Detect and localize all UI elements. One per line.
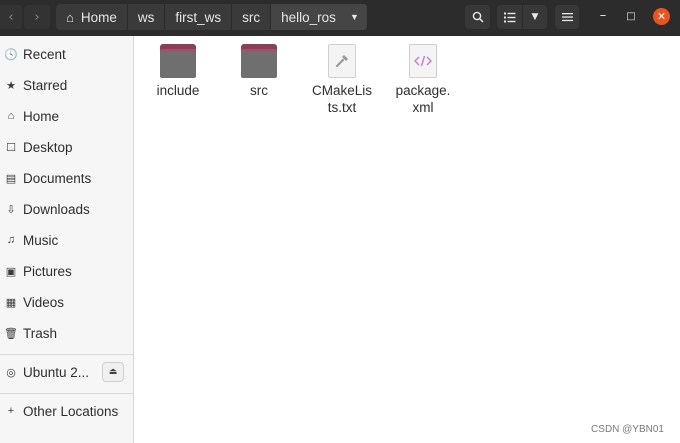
maximize-icon: □	[626, 11, 636, 22]
file-view: include src CMakeLis ts.txt package. xml	[135, 36, 680, 443]
sidebar-item-label: Music	[23, 232, 59, 248]
recent-icon: 🕓	[4, 48, 18, 61]
sidebar-item-recent[interactable]: 🕓 Recent	[0, 39, 133, 69]
star-icon: ★	[6, 79, 16, 92]
sidebar-item-label: Ubuntu 2...	[23, 364, 90, 380]
forward-button[interactable]: ›	[24, 5, 50, 29]
sidebar-item-label: Other Locations	[23, 403, 119, 419]
cmake-file-icon	[328, 44, 356, 78]
caret-down-icon: ▼	[531, 12, 539, 22]
home-icon: ⌂	[66, 9, 74, 25]
breadcrumb-label: Home	[80, 9, 117, 25]
header-bar: ‹ › ⌂ Home ws first_ws src hello_ros ▼ ▼…	[0, 0, 680, 36]
sidebar-item-label: Pictures	[23, 263, 72, 279]
sidebar-divider	[0, 354, 133, 355]
videos-icon: ▦	[5, 296, 17, 309]
sidebar: 🕓 Recent ★ Starred ⌂ Home ☐ Desktop ▤ Do…	[0, 36, 134, 443]
hamburger-icon	[561, 13, 573, 22]
sidebar-item-label: Videos	[23, 294, 65, 310]
caret-down-icon: ▼	[349, 12, 359, 22]
minimize-button[interactable]: –	[594, 8, 612, 26]
view-options-button[interactable]: ▼	[523, 5, 547, 29]
downloads-icon: ⇩	[6, 203, 16, 216]
list-view-icon	[503, 12, 515, 22]
desktop-icon: ☐	[6, 141, 16, 154]
breadcrumb-hello-ros[interactable]: hello_ros ▼	[271, 4, 368, 30]
pictures-icon: ▣	[5, 265, 17, 278]
eject-button[interactable]: ⏏	[102, 362, 124, 382]
file-label: include	[156, 83, 200, 98]
sidebar-item-videos[interactable]: ▦ Videos	[0, 287, 133, 317]
folder-icon	[160, 44, 196, 78]
search-icon	[472, 11, 484, 23]
file-item-src[interactable]: src	[221, 44, 297, 99]
sidebar-item-music[interactable]: ♫ Music	[0, 225, 133, 255]
sidebar-item-trash[interactable]: 🗑 Trash	[0, 318, 133, 348]
chevron-right-icon: ›	[34, 9, 40, 25]
sidebar-item-label: Home	[23, 108, 60, 124]
documents-icon: ▤	[5, 172, 17, 185]
file-label: CMakeLis ts.txt	[311, 83, 373, 115]
menu-button[interactable]	[555, 5, 579, 29]
breadcrumb-label: first_ws	[175, 9, 222, 25]
close-icon: ✕	[656, 10, 667, 23]
sidebar-item-pictures[interactable]: ▣ Pictures	[0, 256, 133, 286]
sidebar-divider	[0, 393, 133, 394]
sidebar-item-label: Documents	[23, 170, 92, 186]
folder-icon	[241, 44, 277, 78]
close-button[interactable]: ✕	[653, 8, 670, 25]
back-button[interactable]: ‹	[0, 5, 22, 29]
breadcrumb-label: hello_ros	[281, 9, 336, 25]
watermark: CSDN @YBN01	[591, 424, 664, 435]
breadcrumb-ws[interactable]: ws	[127, 4, 166, 30]
plus-icon: +	[7, 405, 15, 417]
sidebar-item-label: Downloads	[23, 201, 90, 217]
file-item-cmakelists[interactable]: CMakeLis ts.txt	[304, 44, 380, 116]
file-label: package. xml	[395, 83, 451, 115]
minimize-icon: –	[599, 8, 607, 23]
home-icon: ⌂	[7, 110, 15, 122]
sidebar-item-documents[interactable]: ▤ Documents	[0, 163, 133, 193]
sidebar-item-other-locations[interactable]: + Other Locations	[0, 396, 133, 426]
breadcrumb-label: src	[242, 9, 261, 25]
breadcrumb-src[interactable]: src	[232, 4, 272, 30]
breadcrumb-home[interactable]: ⌂ Home	[56, 4, 128, 30]
xml-file-icon	[409, 44, 437, 78]
search-button[interactable]	[465, 5, 490, 29]
trash-icon: 🗑	[4, 327, 18, 340]
sidebar-item-label: Trash	[23, 325, 58, 341]
breadcrumb-label: ws	[137, 9, 155, 25]
breadcrumb-first-ws[interactable]: first_ws	[165, 4, 233, 30]
file-item-include[interactable]: include	[140, 44, 216, 99]
sidebar-item-desktop[interactable]: ☐ Desktop	[0, 132, 133, 162]
sidebar-item-label: Desktop	[23, 139, 73, 155]
view-toggle-button[interactable]	[497, 5, 522, 29]
chevron-left-icon: ‹	[8, 9, 14, 25]
music-icon: ♫	[6, 234, 16, 246]
sidebar-item-home[interactable]: ⌂ Home	[0, 101, 133, 131]
file-label: src	[250, 83, 268, 98]
file-item-package-xml[interactable]: package. xml	[385, 44, 461, 116]
sidebar-item-label: Recent	[23, 46, 66, 62]
maximize-button[interactable]: □	[622, 8, 640, 26]
disc-icon: ◎	[6, 366, 16, 379]
sidebar-item-label: Starred	[23, 77, 68, 93]
path-bar: ⌂ Home ws first_ws src hello_ros ▼	[56, 4, 368, 30]
sidebar-item-downloads[interactable]: ⇩ Downloads	[0, 194, 133, 224]
eject-icon: ⏏	[108, 367, 118, 377]
sidebar-item-starred[interactable]: ★ Starred	[0, 70, 133, 100]
